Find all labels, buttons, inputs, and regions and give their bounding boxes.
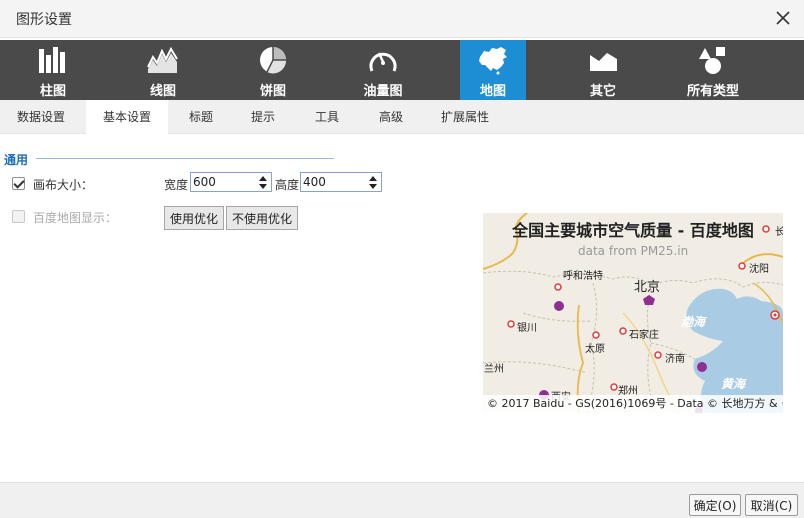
chart-type-pie-option[interactable]: 饼图 [240,40,306,100]
chart-type-all-option[interactable]: 所有类型 [680,40,746,100]
chart-type-gauge-option[interactable]: 油量图 [350,40,416,100]
city-label: 呼和浩特 [563,271,603,282]
chart-type-label: 柱图 [39,84,66,99]
shapes-icon [699,47,725,74]
width-decrement-icon[interactable] [259,184,267,189]
chart-type-label: 地图 [479,84,506,99]
city-label: 太原 [585,344,605,355]
tab-basic-settings[interactable]: 基本设置 [86,100,168,135]
city-label: 石家庄 [629,330,659,341]
tab-title[interactable]: 标题 [172,100,230,134]
canvas-size-label: 画布大小： [33,178,94,192]
canvas-size-checkbox[interactable] [12,177,25,190]
map-copyright: © 2017 Baidu - GS(2016)1069号 - Data © 长地… [483,395,783,413]
width-increment-icon[interactable] [259,176,267,181]
chart-type-bar-option[interactable]: 柱图 [20,40,86,100]
chart-type-line-option[interactable]: 线图 [130,40,196,100]
sea-label: 黄海 [721,377,746,391]
close-icon[interactable] [774,9,792,27]
chart-type-label: 线图 [149,84,176,99]
no-optimization-button[interactable]: 不使用优化 [226,206,298,230]
city-label: 沈阳 [749,264,769,275]
tab-data-settings[interactable]: 数据设置 [0,100,82,134]
use-optimization-button[interactable]: 使用优化 [164,206,224,230]
baidu-map-checkbox[interactable] [12,210,25,223]
gauge-icon [369,52,397,72]
height-increment-icon[interactable] [369,176,377,181]
city-label: 济南 [665,354,685,365]
chart-type-other-option[interactable]: 其它 [570,40,636,100]
city-label: 长 [775,227,783,238]
city-label: 北京 [634,280,661,295]
dialog-title: 图形设置 [16,12,72,28]
pie-chart-icon [260,47,287,74]
settings-tabbar: 数据设置 基本设置 标题 提示 工具 高级 扩展属性 [0,100,804,135]
city-label: 银川 [517,323,537,334]
tab-tooltip[interactable]: 提示 [234,100,292,134]
chart-type-map-option[interactable]: 地图 [460,40,526,100]
dialog-footer: 确定(O) 取消(C) [0,482,804,518]
section-divider [36,158,334,159]
line-chart-icon [147,46,178,73]
baidu-map-label: 百度地图显示： [33,211,118,225]
map-preview-subtitle: data from PM25.in [578,244,689,258]
width-stepper[interactable] [190,172,272,192]
chart-type-label: 其它 [589,84,616,99]
chart-type-label: 油量图 [363,84,403,99]
mountain-icon [590,53,617,71]
sea-label: 渤海 [681,315,706,329]
chart-type-bar: 柱图 线图 饼图 油量图 地图 其它 所有类型 [0,40,804,100]
china-map-icon [479,47,507,75]
chart-type-label: 所有类型 [686,84,739,99]
section-title-general: 通用 [4,153,29,167]
width-label: 宽度 [164,178,189,192]
cancel-button[interactable]: 取消(C) [745,494,798,516]
height-label: 高度 [275,178,300,192]
chart-type-label: 饼图 [259,84,286,99]
height-input[interactable] [301,173,361,191]
bar-chart-icon [39,47,65,73]
map-preview-title: 全国主要城市空气质量 - 百度地图 [512,221,754,240]
city-label: 兰州 [484,364,504,375]
map-preview: 全国主要城市空气质量 - 百度地图 data from PM25.in 呼和浩特… [483,213,783,413]
ok-button[interactable]: 确定(O) [689,494,741,516]
height-decrement-icon[interactable] [369,184,377,189]
tab-advanced[interactable]: 高级 [362,100,420,134]
tab-tools[interactable]: 工具 [296,100,358,134]
height-stepper[interactable] [300,172,382,192]
width-input[interactable] [191,173,251,191]
tab-extended-properties[interactable]: 扩展属性 [424,100,506,134]
dialog-titlebar: 图形设置 [0,0,804,38]
